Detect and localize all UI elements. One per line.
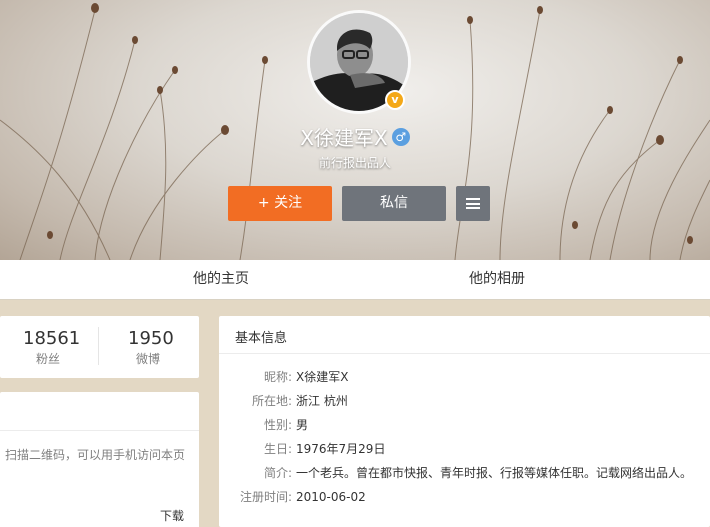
profile-description: 前行报出品人 xyxy=(318,156,391,170)
profile-cover: v X徐建军X ♂ 前行报出品人 + 关注 私信 xyxy=(0,0,710,260)
info-row-birthday: 生日: 1976年7月29日 xyxy=(219,440,710,458)
weibo-label[interactable]: 微博 xyxy=(136,350,160,367)
stats-card: 18561 粉丝 1950 微博 xyxy=(0,316,199,378)
qr-card: 扫描二维码，可以用手机访问本页 下载 xyxy=(0,392,199,527)
weibo-count[interactable]: 1950 xyxy=(128,328,174,349)
basic-info-divider xyxy=(219,353,710,354)
basic-info-card: 基本信息 昵称: X徐建军X 所在地: 浙江 杭州 性别: 男 生日: 1976… xyxy=(219,316,710,527)
qr-description: 扫描二维码，可以用手机访问本页 xyxy=(5,448,186,462)
info-row-location: 所在地: 浙江 杭州 xyxy=(219,392,710,410)
qr-divider xyxy=(0,430,199,431)
profile-tab-bar: 他的主页 他的相册 xyxy=(0,260,710,300)
follow-button[interactable]: + 关注 xyxy=(228,186,332,221)
followers-count[interactable]: 18561 xyxy=(23,328,80,349)
info-value: 浙江 杭州 xyxy=(296,394,348,408)
info-value: 1976年7月29日 xyxy=(296,442,386,456)
verified-icon: v xyxy=(385,90,405,110)
tab-home[interactable]: 他的主页 xyxy=(193,260,249,300)
info-row-nickname: 昵称: X徐建军X xyxy=(219,368,710,386)
male-icon: ♂ xyxy=(391,127,410,146)
basic-info-title: 基本信息 xyxy=(235,331,288,346)
more-menu-button[interactable] xyxy=(456,186,490,221)
info-value: 一个老兵。曾在都市快报、青年时报、行报等媒体任职。记载网络出品人。 xyxy=(296,466,693,480)
info-key: 昵称: xyxy=(263,370,292,384)
info-value: X徐建军X xyxy=(296,370,349,384)
followers-label[interactable]: 粉丝 xyxy=(36,350,60,367)
info-key: 生日: xyxy=(263,442,292,456)
info-key: 性别: xyxy=(263,418,292,432)
download-link[interactable]: 下载 xyxy=(160,507,184,524)
info-key: 注册时间: xyxy=(239,490,292,504)
info-key: 所在地: xyxy=(251,394,292,408)
info-value: 2010-06-02 xyxy=(296,490,366,504)
message-button[interactable]: 私信 xyxy=(342,186,446,221)
info-row-gender: 性别: 男 xyxy=(219,416,710,434)
info-row-registered: 注册时间: 2010-06-02 xyxy=(219,488,710,506)
info-value: 男 xyxy=(296,418,309,432)
info-key: 简介: xyxy=(263,466,292,480)
profile-name: X徐建军X xyxy=(300,126,388,150)
stats-divider xyxy=(98,327,99,365)
menu-icon xyxy=(466,198,480,209)
tab-album[interactable]: 他的相册 xyxy=(469,260,525,300)
info-row-bio: 简介: 一个老兵。曾在都市快报、青年时报、行报等媒体任职。记载网络出品人。 xyxy=(219,464,710,482)
